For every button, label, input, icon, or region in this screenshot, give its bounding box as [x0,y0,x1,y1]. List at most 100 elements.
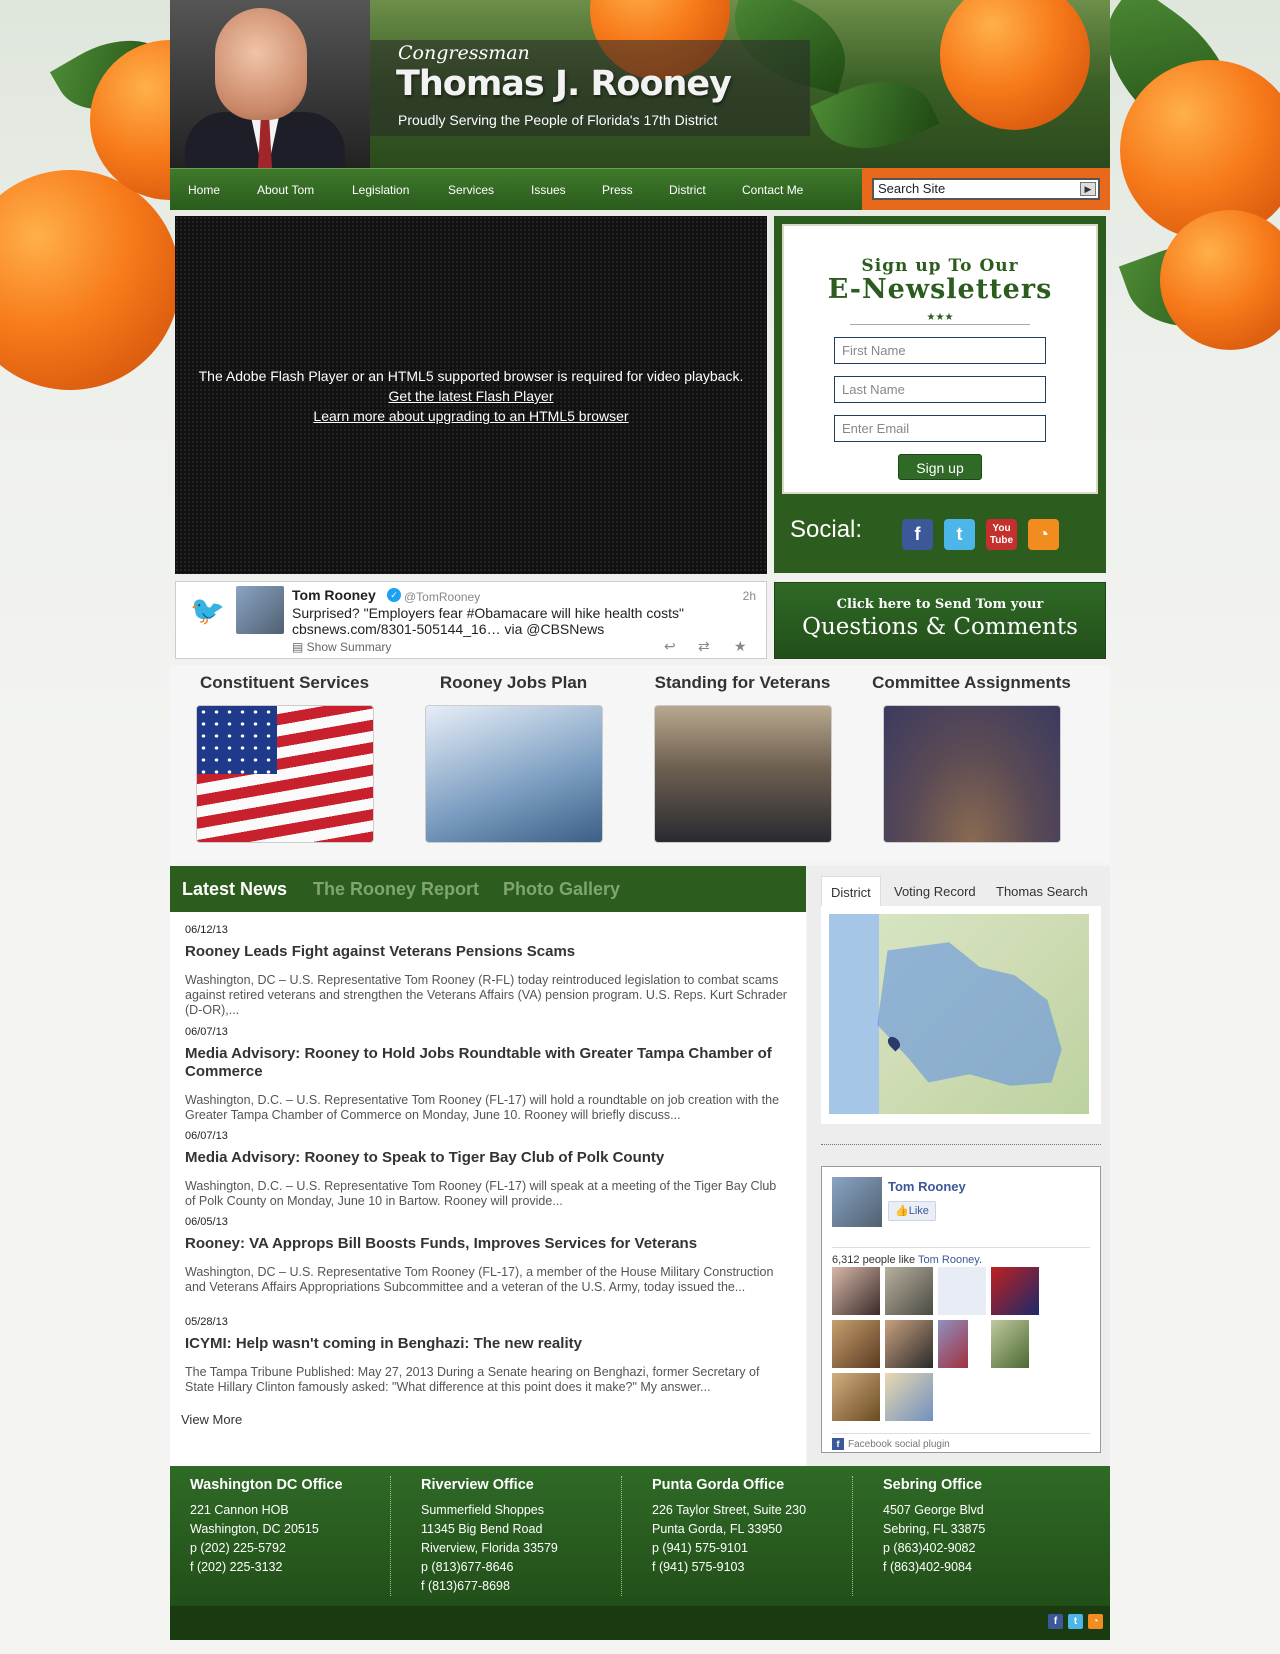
verified-icon: ✓ [387,588,401,602]
last-name-field[interactable]: Last Name [834,376,1046,403]
office-line: p (813)677-8646 [421,1560,514,1574]
footer-bar: f t ◔ [170,1606,1110,1640]
fan-avatar[interactable] [832,1373,880,1421]
feature-constituent-services[interactable]: Constituent Services [170,673,399,843]
video-player[interactable]: The Adobe Flash Player or an HTML5 suppo… [175,216,767,574]
fb-avatar[interactable] [832,1177,882,1227]
signup-button[interactable]: Sign up [898,454,982,480]
fan-avatar[interactable] [832,1320,880,1368]
nav-home[interactable]: Home [188,183,220,197]
facebook-icon[interactable]: f [1048,1614,1063,1629]
fan-avatar[interactable] [991,1267,1039,1315]
view-more-link[interactable]: View More [181,1412,242,1427]
show-summary-link[interactable]: ▤ Show Summary [292,640,391,654]
feature-title[interactable]: Rooney Jobs Plan [399,673,628,693]
tweet-author[interactable]: Tom Rooney [292,587,376,603]
fan-avatar[interactable] [938,1320,968,1368]
fb-count-name[interactable]: Tom Rooney [918,1254,979,1266]
fan-avatar[interactable] [991,1320,1029,1368]
rss-icon[interactable]: ◔ [1028,519,1059,550]
office-name: Punta Gorda Office [652,1477,785,1493]
news-title[interactable]: Media Advisory: Rooney to Hold Jobs Roun… [185,1045,790,1081]
fan-avatar[interactable] [885,1320,933,1368]
feature-title[interactable]: Standing for Veterans [628,673,857,693]
email-field[interactable]: Enter Email [834,415,1046,442]
feature-committee-assignments[interactable]: Committee Assignments [857,673,1086,843]
office-sebring: Sebring Office 4507 George Blvd Sebring,… [883,1476,1093,1577]
tweet-avatar[interactable] [236,586,284,634]
district-map[interactable] [821,906,1101,1124]
feature-rooney-jobs-plan[interactable]: Rooney Jobs Plan [399,673,628,843]
tab-photo-gallery[interactable]: Photo Gallery [503,879,620,900]
retweet-icon[interactable]: ⇄ [698,638,710,655]
tab-thomas-search[interactable]: Thomas Search [996,884,1088,899]
nav-contact-me[interactable]: Contact Me [742,183,803,197]
capitol-rotunda-image[interactable] [882,705,1061,843]
video-message: The Adobe Flash Player or an HTML5 suppo… [198,368,744,384]
fan-avatar[interactable] [885,1267,933,1315]
office-line: Summerfield Shoppes [421,1503,544,1517]
fan-avatar[interactable] [832,1267,880,1315]
office-name: Washington DC Office [190,1477,343,1493]
tab-district[interactable]: District [821,876,881,908]
youtube-icon[interactable]: You Tube [986,519,1017,550]
nav-district[interactable]: District [669,183,706,197]
fb-like-count: 6,312 people like Tom Rooney. [832,1247,1090,1266]
tab-voting-record[interactable]: Voting Record [894,884,976,899]
district-map-image[interactable] [829,914,1089,1114]
veterans-group-image[interactable] [653,705,832,843]
news-title[interactable]: Media Advisory: Rooney to Speak to Tiger… [185,1149,790,1167]
news-date: 06/12/13 [185,924,228,936]
office-line: Washington, DC 20515 [190,1522,319,1536]
search-input[interactable]: Search Site ▶ [872,178,1100,200]
tweet-time[interactable]: 2h [743,589,756,603]
reply-icon[interactable]: ↩ [664,638,676,655]
fb-like-button[interactable]: 👍Like [888,1201,936,1221]
news-date: 06/07/13 [185,1130,228,1142]
congressman-photo [170,0,370,168]
footer-offices: Washington DC Office 221 Cannon HOB Wash… [170,1466,1110,1606]
questions-line-2: Questions & Comments [802,614,1078,640]
feature-standing-for-veterans[interactable]: Standing for Veterans [628,673,857,843]
fan-avatar[interactable] [938,1267,986,1315]
questions-comments-button[interactable]: Click here to Send Tom your Questions & … [774,582,1106,659]
facebook-icon[interactable]: f [902,519,933,550]
nav-legislation[interactable]: Legislation [352,183,409,197]
twitter-icon[interactable]: t [1068,1614,1083,1629]
nav-services[interactable]: Services [448,183,494,197]
search-placeholder: Search Site [878,181,946,196]
fb-page-name[interactable]: Tom Rooney [888,1179,966,1194]
newsletter-panel: Sign up To Our E-Newsletters ★★★ First N… [774,216,1106,573]
html5-link[interactable]: Learn more about upgrading to an HTML5 b… [175,406,767,426]
office-riverview: Riverview Office Summerfield Shoppes 113… [421,1476,631,1596]
feature-title[interactable]: Constituent Services [170,673,399,693]
news-title[interactable]: Rooney Leads Fight against Veterans Pens… [185,943,790,961]
news-date: 06/05/13 [185,1216,228,1228]
tab-latest-news[interactable]: Latest News [182,879,287,900]
favorite-icon[interactable]: ★ [734,638,747,655]
office-line: Riverview, Florida 33579 [421,1541,558,1555]
feature-title[interactable]: Committee Assignments [857,673,1086,693]
rss-icon[interactable]: ◔ [1088,1614,1103,1629]
site-header: Congressman Thomas J. Rooney Proudly Ser… [170,0,1110,168]
office-line: f (863)402-9084 [883,1560,972,1574]
calculator-coins-image[interactable] [424,705,603,843]
flash-link[interactable]: Get the latest Flash Player [175,386,767,406]
news-excerpt: Washington, D.C. – U.S. Representative T… [185,1179,777,1208]
american-flag-image[interactable] [195,705,374,843]
office-line: p (863)402-9082 [883,1541,976,1555]
twitter-bird-icon: 🐦 [190,595,225,626]
header-name[interactable]: Thomas J. Rooney [396,64,732,104]
first-name-field[interactable]: First Name [834,337,1046,364]
twitter-icon[interactable]: t [944,519,975,550]
arrow-right-icon[interactable]: ▶ [1080,182,1096,196]
tab-rooney-report[interactable]: The Rooney Report [313,879,479,900]
nav-issues[interactable]: Issues [531,183,566,197]
news-title[interactable]: ICYMI: Help wasn't coming in Benghazi: T… [185,1335,790,1353]
fan-avatar[interactable] [885,1373,933,1421]
nav-about-tom[interactable]: About Tom [257,183,314,197]
divider [821,1144,1101,1145]
news-title[interactable]: Rooney: VA Approps Bill Boosts Funds, Im… [185,1235,790,1253]
tweet-handle[interactable]: @TomRooney [404,590,480,604]
nav-press[interactable]: Press [602,183,633,197]
